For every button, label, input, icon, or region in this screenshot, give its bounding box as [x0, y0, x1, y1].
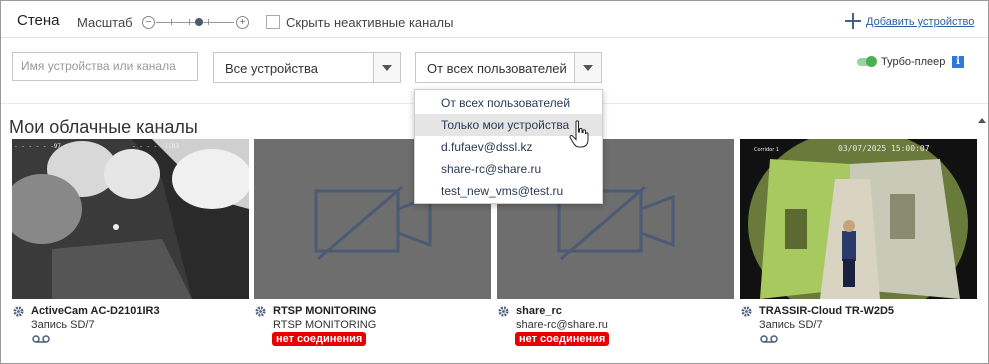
svg-text:- - - - - -97: - - - - - -97 — [14, 143, 61, 150]
scroll-up-arrow[interactable] — [978, 118, 986, 123]
gear-icon[interactable] — [741, 306, 752, 317]
channel-name[interactable]: share_rc — [516, 305, 562, 317]
add-device-link[interactable]: Добавить устройство — [866, 16, 974, 28]
zoom-tick — [171, 19, 172, 25]
channel-name[interactable]: RTSP MONITORING — [273, 305, 377, 317]
channel-preview-1[interactable]: - - - - - -97 - - - - -1IR3 — [12, 139, 249, 299]
page-title: Стена — [17, 12, 60, 29]
section-title: Мои облачные каналы — [9, 117, 198, 137]
zoom-tick — [189, 19, 190, 25]
channel-subtitle: Запись SD/7 — [31, 319, 95, 331]
camera-frame-image: 03/07/2025 15:00:07 Corridor 1 — [740, 139, 977, 299]
info-icon[interactable]: i — [952, 56, 964, 68]
dropdown-option[interactable]: От всех пользователей — [415, 92, 602, 114]
gear-icon[interactable] — [498, 306, 509, 317]
channel-subtitle: share-rc@share.ru — [516, 319, 608, 331]
recording-icon — [760, 335, 778, 343]
users-select[interactable]: От всех пользователей — [415, 52, 602, 83]
devices-select[interactable]: Все устройства — [213, 52, 401, 83]
camera-overlay-label: Corridor 1 — [754, 147, 779, 153]
camera-timestamp: 03/07/2025 15:00:07 — [838, 144, 930, 153]
status-badge: нет соединения — [272, 332, 367, 346]
zoom-out-button[interactable]: − — [142, 16, 155, 29]
turbo-player-toggle[interactable] — [857, 56, 877, 67]
toggle-knob[interactable] — [866, 56, 877, 67]
channel-name[interactable]: TRASSIR-Cloud TR-W2D5 — [759, 305, 894, 317]
hide-inactive-label[interactable]: Скрыть неактивные каналы — [286, 15, 454, 30]
zoom-tick — [208, 19, 209, 25]
chevron-down-icon[interactable] — [574, 53, 601, 82]
users-select-value: От всех пользователей — [427, 61, 567, 76]
gear-icon[interactable] — [13, 306, 24, 317]
hide-inactive-checkbox[interactable] — [266, 15, 280, 29]
search-input[interactable]: Имя устройства или канала — [12, 52, 198, 81]
dropdown-option[interactable]: share-rc@share.ru — [415, 158, 602, 180]
chevron-down-icon[interactable] — [373, 53, 400, 82]
header-divider — [1, 37, 988, 38]
zoom-slider[interactable]: − + — [142, 16, 249, 30]
zoom-handle[interactable] — [194, 18, 203, 26]
zoom-label: Масштаб — [77, 15, 133, 30]
devices-select-value: Все устройства — [225, 61, 318, 76]
svg-text:- - - - -1IR3: - - - - -1IR3 — [132, 143, 179, 150]
status-badge: нет соединения — [515, 332, 610, 346]
zoom-in-button[interactable]: + — [236, 16, 249, 29]
dropdown-option[interactable]: test_new_vms@test.ru — [415, 180, 602, 202]
channel-subtitle: RTSP MONITORING — [273, 319, 377, 331]
hand-cursor-icon — [569, 120, 589, 148]
turbo-player-label: Турбо-плеер — [881, 56, 946, 68]
gear-icon[interactable] — [255, 306, 266, 317]
recording-icon — [32, 335, 50, 343]
channel-subtitle: Запись SD/7 — [759, 319, 823, 331]
channel-preview-4[interactable]: 03/07/2025 15:00:07 Corridor 1 — [740, 139, 977, 299]
plus-icon[interactable] — [845, 13, 861, 29]
channel-name[interactable]: ActiveCam AC-D2101IR3 — [31, 305, 160, 317]
camera-frame-image: - - - - - -97 - - - - -1IR3 — [12, 139, 249, 299]
